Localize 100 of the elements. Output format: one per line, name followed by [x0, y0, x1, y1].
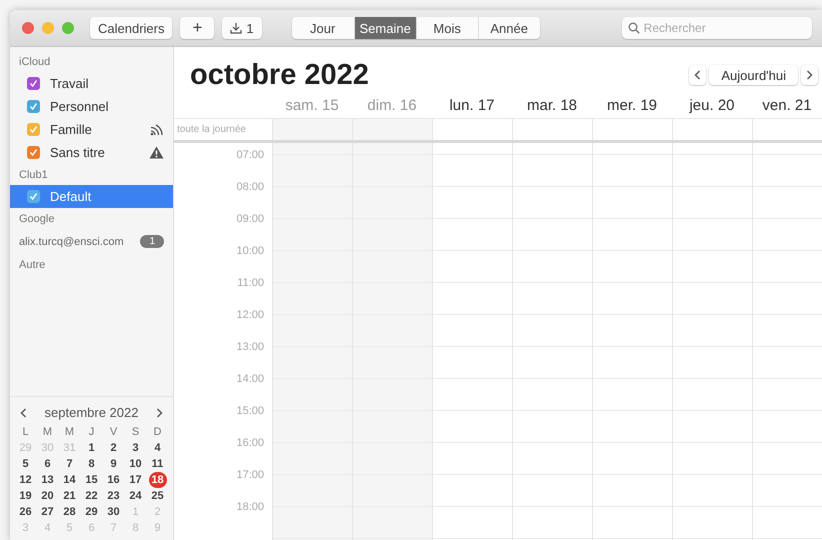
hour-label: 08:00 — [235, 180, 265, 194]
day-column[interactable] — [512, 143, 592, 540]
weekday-label: M — [64, 425, 76, 440]
hour-label: 13:00 — [235, 340, 265, 354]
view-tab[interactable]: Semaine — [354, 17, 416, 39]
mini-calendar-day[interactable]: 5 — [16, 456, 34, 472]
day-column[interactable] — [272, 143, 352, 540]
group-title: Google — [18, 212, 56, 227]
mini-calendar-day[interactable]: 13 — [38, 472, 56, 488]
view-tab[interactable]: Mois — [416, 17, 478, 39]
mini-calendar-day[interactable]: 23 — [104, 488, 122, 504]
day-header: lun. 17 — [448, 97, 496, 114]
month-title: septembre 2022 — [44, 405, 138, 420]
mini-calendar-day[interactable]: 6 — [38, 456, 56, 472]
mini-calendar-day[interactable]: 8 — [82, 456, 100, 472]
calendar-name: Default — [50, 189, 92, 204]
calendar-name: Personnel — [50, 99, 110, 114]
hour-label: 16:00 — [235, 436, 265, 450]
hour-label: 17:00 — [235, 468, 265, 482]
day-column[interactable] — [672, 143, 752, 540]
weekday-label: D — [152, 425, 162, 440]
minimize-button[interactable] — [42, 22, 54, 34]
calendar-checkbox[interactable] — [27, 146, 40, 159]
hour-label: 07:00 — [235, 148, 265, 162]
today-button[interactable]: Aujourd'hui — [709, 65, 798, 85]
hour-label: 10:00 — [235, 244, 265, 258]
weekday-label: M — [42, 425, 54, 440]
weekday-label: V — [108, 425, 118, 440]
calendar-checkbox[interactable] — [27, 190, 40, 203]
calendar-checkbox[interactable] — [27, 77, 40, 90]
previous-button[interactable] — [689, 65, 706, 85]
mini-calendar-day[interactable]: 22 — [82, 488, 100, 504]
all-day-cell[interactable] — [752, 119, 822, 140]
count-badge: 1 — [140, 235, 164, 248]
hour-label: 09:00 — [235, 212, 265, 226]
view-tab[interactable]: Jour — [292, 17, 354, 39]
mini-calendar-day[interactable]: 9 — [104, 456, 122, 472]
mini-calendar-day[interactable]: 4 — [148, 440, 166, 456]
mini-calendar-day[interactable]: 18 — [148, 472, 166, 488]
all-day-cell[interactable] — [352, 119, 432, 140]
calendar-item[interactable]: Personnel — [10, 95, 173, 118]
mini-calendar-day[interactable]: 16 — [104, 472, 122, 488]
calendar-item[interactable]: Sans titre — [10, 141, 173, 164]
calendar-item[interactable]: Famille — [10, 118, 173, 141]
mini-calendar-day[interactable]: 26 — [16, 504, 34, 520]
mini-calendar-day[interactable]: 29 — [82, 504, 100, 520]
day-header: ven. 21 — [761, 97, 813, 114]
chevron-right-icon — [806, 70, 813, 80]
zoom-button[interactable] — [62, 22, 74, 34]
mini-calendar-day[interactable]: 7 — [60, 456, 78, 472]
day-header: mar. 18 — [526, 97, 578, 114]
mini-calendar-day[interactable]: 21 — [60, 488, 78, 504]
mini-calendar-day[interactable]: 19 — [16, 488, 34, 504]
day-header: mer. 19 — [606, 97, 658, 114]
mini-calendar-day[interactable]: 27 — [38, 504, 56, 520]
all-day-cell[interactable] — [272, 119, 352, 140]
mini-calendar-day[interactable]: 30 — [104, 504, 122, 520]
chevron-left-icon — [694, 70, 702, 80]
day-column[interactable] — [352, 143, 432, 540]
mini-calendar-day[interactable]: 3 — [126, 440, 144, 456]
day-header: sam. 15 — [284, 97, 340, 114]
import-button[interactable]: 1 — [222, 17, 262, 39]
mini-calendar-day[interactable]: 14 — [60, 472, 78, 488]
hour-label: 12:00 — [235, 308, 265, 322]
calendar-name: Travail — [50, 76, 90, 91]
group-title: Club1 — [18, 168, 49, 183]
mini-calendar-day[interactable]: 11 — [148, 456, 166, 472]
mini-calendar-day[interactable]: 12 — [16, 472, 34, 488]
mini-calendar-day[interactable]: 28 — [60, 504, 78, 520]
mini-calendar-day[interactable]: 15 — [82, 472, 100, 488]
close-button[interactable] — [22, 22, 34, 34]
day-column[interactable] — [432, 143, 512, 540]
calendars-button[interactable]: Calendriers — [90, 17, 172, 39]
calendar-item[interactable]: Default — [10, 185, 173, 208]
month-title: octobre 2022 — [190, 58, 370, 92]
add-button[interactable]: + — [180, 17, 214, 39]
download-icon — [230, 22, 242, 34]
mini-calendar-day[interactable]: 20 — [38, 488, 56, 504]
hour-label: 15:00 — [235, 404, 265, 418]
mini-calendar-day[interactable]: 10 — [126, 456, 144, 472]
mini-calendar-day[interactable]: 25 — [148, 488, 166, 504]
mini-calendar-day[interactable]: 17 — [126, 472, 144, 488]
mini-calendar-day[interactable]: 24 — [126, 488, 144, 504]
mini-calendar-day[interactable]: 2 — [104, 440, 122, 456]
day-header: jeu. 20 — [688, 97, 736, 114]
mini-calendar-day[interactable]: 1 — [82, 440, 100, 456]
search-field[interactable]: Rechercher — [622, 17, 812, 39]
view-tab[interactable]: Année — [478, 17, 540, 39]
calendar-name: Famille — [50, 122, 93, 137]
calendar-item[interactable]: Travail — [10, 72, 173, 95]
day-header: dim. 16 — [366, 97, 418, 114]
group-title: Autre — [18, 258, 46, 273]
weekday-label: J — [88, 425, 96, 440]
calendar-checkbox[interactable] — [27, 123, 40, 136]
next-button[interactable] — [801, 65, 818, 85]
day-column[interactable] — [592, 143, 672, 540]
calendar-checkbox[interactable] — [27, 100, 40, 113]
account-name: alix.turcq@ensci.com — [19, 236, 124, 248]
group-title: iCloud — [18, 55, 52, 70]
day-column[interactable] — [752, 143, 822, 540]
